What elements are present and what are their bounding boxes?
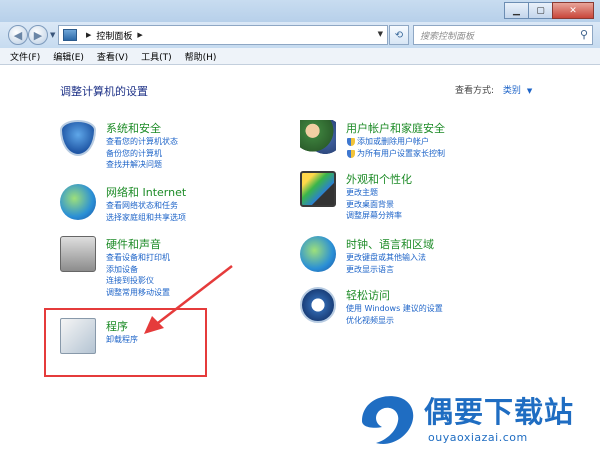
category-title[interactable]: 系统和安全 (106, 120, 161, 136)
maximize-button[interactable]: ▢ (528, 2, 553, 19)
view-by-label: 查看方式: (455, 86, 495, 96)
control-panel-icon (63, 29, 77, 41)
annotation-arrow-icon (144, 265, 233, 334)
breadcrumb-control-panel[interactable]: 控制面板 (96, 29, 132, 42)
search-input[interactable]: 搜索控制面板 ⚲ (413, 25, 593, 45)
menu-help[interactable]: 帮助(H) (185, 50, 217, 63)
link[interactable]: 添加或删除用户帐户 (346, 136, 445, 148)
users-icon[interactable] (300, 120, 336, 156)
category-title[interactable]: 时钟、语言和区域 (346, 236, 434, 252)
link[interactable]: 更改显示语言 (346, 264, 426, 276)
printer-icon[interactable] (60, 236, 96, 272)
minimize-button[interactable]: ▁ (504, 2, 529, 19)
link[interactable]: 更改键盘或其他输入法 (346, 252, 426, 264)
link[interactable]: 选择家庭组和共享选项 (106, 212, 186, 224)
view-by: 查看方式: 类别 ▼ (455, 83, 532, 96)
link[interactable]: 调整屏幕分辨率 (346, 210, 402, 222)
link[interactable]: 为所有用户设置家长控制 (346, 148, 445, 160)
forward-button[interactable]: ▶ (28, 25, 48, 45)
category-title[interactable]: 外观和个性化 (346, 171, 412, 187)
back-arrow-icon: ◀ (13, 28, 23, 42)
menu-edit[interactable]: 编辑(E) (53, 50, 84, 63)
category-links: 查看您的计算机状态 备份您的计算机 查找并解决问题 (106, 136, 178, 171)
category-links: 查看网络状态和任务 选择家庭组和共享选项 (106, 200, 186, 223)
chevron-down-icon[interactable]: ▼ (527, 87, 532, 95)
window-controls: ▁ ▢ ✕ (504, 2, 594, 19)
link[interactable]: 备份您的计算机 (106, 148, 178, 160)
watermark-title: 偶要下载站 (424, 395, 575, 429)
search-icon[interactable]: ⚲ (580, 28, 588, 41)
maximize-icon: ▢ (536, 5, 545, 16)
search-placeholder: 搜索控制面板 (420, 31, 475, 42)
menu-file[interactable]: 文件(F) (10, 50, 40, 63)
close-icon: ✕ (569, 5, 577, 16)
category-title[interactable]: 用户帐户和家庭安全 (346, 120, 445, 136)
recent-pages-dropdown[interactable]: ▼ (50, 31, 55, 39)
ease-of-access-icon[interactable] (300, 287, 336, 323)
title-bar: ▁ ▢ ✕ (0, 0, 600, 22)
watermark-url: ouyaoxiazai.com (428, 431, 528, 444)
link[interactable]: 使用 Windows 建议的设置 (346, 303, 443, 315)
watermark-logo-icon (362, 396, 414, 444)
category-links: 添加或删除用户帐户 为所有用户设置家长控制 (346, 136, 445, 159)
breadcrumb-separator-icon[interactable]: ▶ (86, 31, 91, 39)
category-title[interactable]: 网络和 Internet (106, 184, 186, 200)
breadcrumb-separator-icon[interactable]: ▶ (137, 31, 142, 39)
address-dropdown-icon[interactable]: ▼ (378, 30, 383, 38)
control-panel-content: 调整计算机的设置 查看方式: 类别 ▼ 系统和安全 查看您的计算机状态 备份您的… (0, 65, 600, 451)
category-links: 更改主题 更改桌面背景 调整屏幕分辨率 (346, 187, 402, 222)
menu-view[interactable]: 查看(V) (97, 50, 128, 63)
link[interactable]: 查看您的计算机状态 (106, 136, 178, 148)
minimize-icon: ▁ (513, 5, 520, 16)
close-button[interactable]: ✕ (552, 2, 594, 19)
monitor-paint-icon[interactable] (300, 171, 336, 207)
category-links: 更改键盘或其他输入法 更改显示语言 (346, 252, 426, 275)
page-title: 调整计算机的设置 (60, 85, 148, 98)
refresh-icon: ⟲ (394, 29, 404, 41)
refresh-button[interactable]: ⟲ (389, 25, 409, 45)
link[interactable]: 查找并解决问题 (106, 159, 178, 171)
address-toolbar: ◀ ▶ ▼ ▶ 控制面板 ▶ ▼ ⟲ 搜索控制面板 ⚲ (0, 22, 600, 48)
view-by-dropdown[interactable]: 类别 (503, 86, 521, 96)
network-globe-icon[interactable] (60, 184, 96, 220)
link[interactable]: 更改桌面背景 (346, 199, 402, 211)
forward-arrow-icon: ▶ (33, 28, 43, 42)
back-button[interactable]: ◀ (8, 25, 28, 45)
category-title[interactable]: 轻松访问 (346, 287, 390, 303)
link[interactable]: 查看网络状态和任务 (106, 200, 186, 212)
shield-icon[interactable] (60, 120, 96, 156)
address-field[interactable]: ▶ 控制面板 ▶ ▼ (58, 25, 388, 45)
watermark: 偶要下载站 ouyaoxiazai.com (352, 385, 600, 451)
category-links: 使用 Windows 建议的设置 优化视频显示 (346, 303, 443, 326)
menu-tools[interactable]: 工具(T) (141, 50, 172, 63)
menu-bar: 文件(F) 编辑(E) 查看(V) 工具(T) 帮助(H) (0, 48, 600, 65)
link[interactable]: 优化视频显示 (346, 315, 443, 327)
clock-globe-icon[interactable] (300, 236, 336, 272)
category-title[interactable]: 硬件和声音 (106, 236, 161, 252)
link[interactable]: 更改主题 (346, 187, 402, 199)
